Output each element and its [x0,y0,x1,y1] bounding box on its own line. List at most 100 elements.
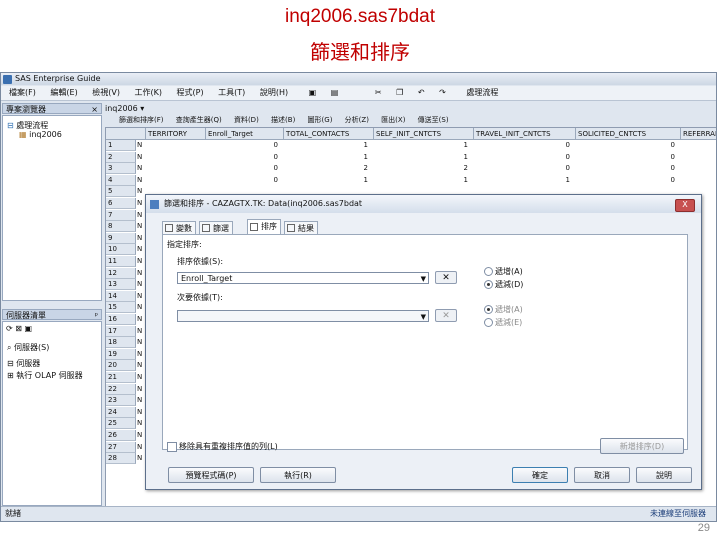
grid-cell[interactable]: 0 [560,163,570,174]
ok-button[interactable]: 確定 [512,467,568,483]
tree-item-inq2006[interactable]: ▦ inq2006 [19,130,62,139]
grid-cell[interactable]: 0 [268,163,278,174]
row-number[interactable]: 18 [106,337,136,349]
sort-by-select[interactable]: Enroll_Target ▼ [177,272,429,284]
row-number[interactable]: 21 [106,372,136,383]
row-number[interactable]: 2 [106,151,136,163]
send-to-menu[interactable]: 傳送至(S) [418,116,449,124]
column-header[interactable]: TERRITORY [146,128,206,140]
tab-sort[interactable]: 排序 [247,219,281,235]
export-menu[interactable]: 匯出(X) [381,116,405,124]
filter-sort-button[interactable]: 篩選和排序(F) [119,116,164,124]
territory-cell[interactable]: N [136,163,147,174]
row-number[interactable]: 10 [106,244,136,256]
territory-cell[interactable]: N [136,152,147,163]
menu-tools[interactable]: 工具(T) [218,88,245,97]
toolbar-redo-icon[interactable]: ↷ [439,88,446,97]
row-number[interactable]: 9 [106,232,136,244]
toolbar-undo-icon[interactable]: ↶ [418,88,425,97]
grid-cell[interactable]: 0 [665,163,675,174]
tree-item-servers[interactable]: ⊟ 伺服器 [7,358,40,369]
server-search-label[interactable]: ⌕ 伺服器(S) [7,342,49,353]
grid-cell[interactable]: 0 [665,152,675,163]
row-number[interactable]: 14 [106,290,136,302]
grid-cell[interactable]: 0 [665,140,675,151]
row-number[interactable]: 7 [106,209,136,221]
column-header[interactable]: REFERRAL [681,128,716,140]
graph-menu[interactable]: 圖形(G) [308,116,333,124]
grid-cell[interactable]: 0 [560,140,570,151]
pin-icon[interactable]: ᵖ [95,310,98,321]
row-number[interactable]: 22 [106,383,136,395]
grid-cell[interactable]: 0 [268,152,278,163]
sort1-ascending-radio[interactable] [484,267,493,276]
row-number[interactable]: 13 [106,279,136,291]
menu-edit[interactable]: 編輯(E) [50,88,77,97]
run-button[interactable]: 執行(R) [260,467,336,483]
tab-results[interactable]: 結果 [284,221,318,234]
sort2-descending-radio[interactable] [484,318,493,327]
row-number[interactable]: 23 [106,395,136,407]
help-button[interactable]: 說明 [636,467,692,483]
grid-cell[interactable]: 1 [458,175,468,186]
remove-then-button[interactable]: ✕ [435,309,457,322]
preview-code-button[interactable]: 預覽程式碼(P) [168,467,254,483]
process-flow-label[interactable]: 處理流程 [466,88,498,97]
grid-cell[interactable]: 1 [358,152,368,163]
tab-filter[interactable]: 篩選 [199,221,233,234]
describe-menu[interactable]: 描述(B) [271,116,295,124]
toolbar-open-icon[interactable]: ▤ [331,88,339,97]
column-header[interactable]: TOTAL_CONTACTS [284,128,374,140]
row-number[interactable]: 20 [106,360,136,372]
menu-view[interactable]: 檢視(V) [92,88,120,97]
menu-file[interactable]: 檔案(F) [9,88,36,97]
column-header[interactable]: SELF_INIT_CNTCTS [374,128,474,140]
toolbar-save-icon[interactable]: ▣ [309,88,317,97]
data-menu[interactable]: 資料(D) [234,116,259,124]
analyze-menu[interactable]: 分析(Z) [345,116,369,124]
row-number[interactable]: 19 [106,348,136,360]
row-number[interactable]: 15 [106,302,136,314]
sort1-descending-radio[interactable] [484,280,493,289]
refresh-icon[interactable]: ⟳ [6,324,13,333]
toolbar-cut-icon[interactable]: ✂ [375,88,382,97]
row-number[interactable]: 6 [106,198,136,209]
territory-cell[interactable]: N [136,140,147,151]
row-number[interactable]: 12 [106,267,136,279]
row-number[interactable]: 17 [106,325,136,337]
dialog-close-button[interactable]: X [675,199,695,212]
grid-cell[interactable]: 1 [458,152,468,163]
grid-cell[interactable]: 0 [268,175,278,186]
properties-icon[interactable]: ▣ [25,324,33,333]
row-number[interactable]: 3 [106,163,136,175]
menu-help[interactable]: 說明(H) [260,88,288,97]
close-icon[interactable]: × [91,104,98,115]
menu-program[interactable]: 程式(P) [177,88,204,97]
row-number[interactable]: 4 [106,174,136,186]
grid-cell[interactable]: 2 [458,163,468,174]
territory-cell[interactable]: N [136,175,147,186]
grid-cell[interactable]: 2 [358,163,368,174]
remove-sort-button[interactable]: ✕ [435,271,457,284]
row-number[interactable]: 16 [106,314,136,325]
disconnect-icon[interactable]: ⊠ [15,324,22,333]
grid-cell[interactable]: 0 [665,175,675,186]
row-number[interactable]: 11 [106,256,136,267]
row-number[interactable]: 5 [106,186,136,198]
menu-task[interactable]: 工作(K) [135,88,163,97]
row-number[interactable]: 24 [106,406,136,418]
grid-cell[interactable]: 1 [358,175,368,186]
row-number[interactable]: 8 [106,221,136,233]
sort2-ascending-radio[interactable] [484,305,493,314]
grid-cell[interactable]: 1 [560,175,570,186]
query-builder-button[interactable]: 查詢產生器(Q) [176,116,222,124]
row-number[interactable]: 27 [106,441,136,453]
grid-cell[interactable]: 1 [358,140,368,151]
toolbar-copy-icon[interactable]: ❐ [396,88,403,97]
grid-cell[interactable]: 0 [560,152,570,163]
grid-cell[interactable]: 0 [268,140,278,151]
row-number[interactable]: 28 [106,453,136,465]
column-header[interactable]: TRAVEL_INIT_CNTCTS [474,128,576,140]
cancel-button[interactable]: 取消 [574,467,630,483]
column-header[interactable]: SOLICITED_CNTCTS [576,128,681,140]
